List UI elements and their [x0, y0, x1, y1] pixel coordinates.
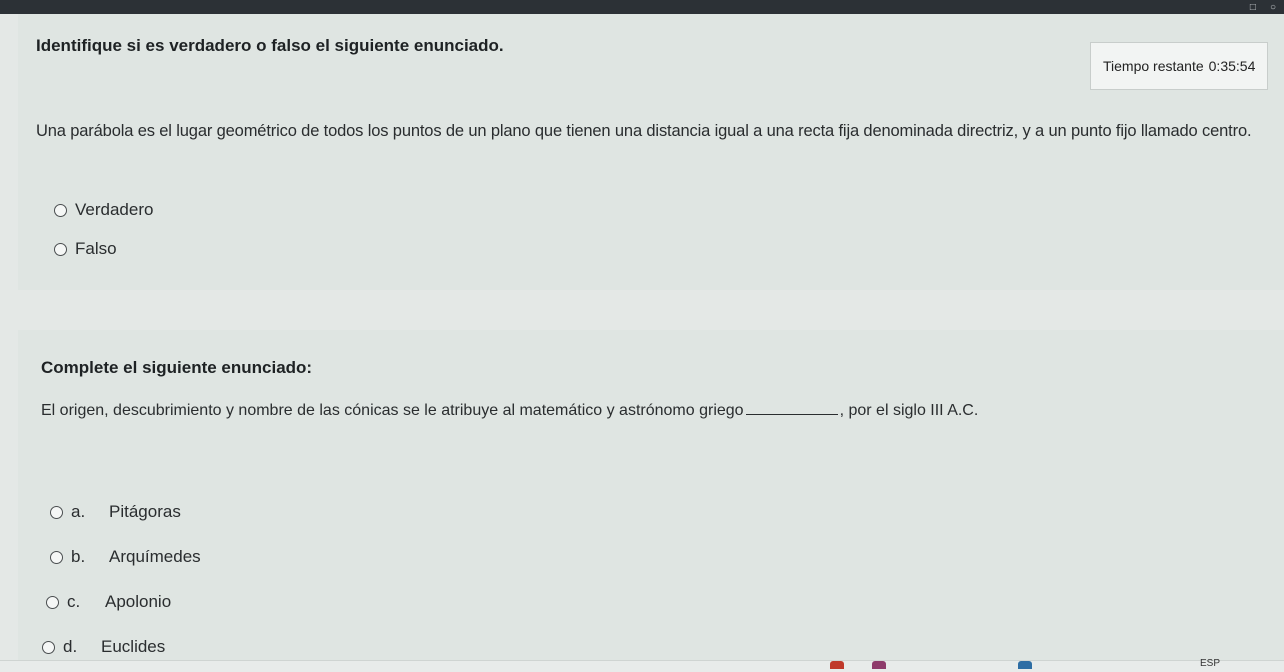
radio-button[interactable] — [46, 595, 59, 609]
notification-icon[interactable]: □ — [1250, 2, 1256, 13]
question-card-true-false: Identifique si es verdadero o falso el s… — [18, 14, 1284, 290]
option-c[interactable]: c. Apolonio — [46, 592, 171, 612]
option-b[interactable]: b. Arquímedes — [50, 547, 201, 567]
option-falso[interactable]: Falso — [54, 239, 117, 259]
question-card-complete: Complete el siguiente enunciado: El orig… — [18, 330, 1284, 660]
option-verdadero[interactable]: Verdadero — [54, 200, 153, 220]
window-top-bar: □ ○ — [0, 0, 1284, 14]
option-label: Falso — [75, 239, 117, 258]
statement-text-after: , por el siglo III A.C. — [839, 402, 979, 419]
option-letter: c. — [67, 592, 81, 611]
radio-button[interactable] — [50, 505, 63, 519]
option-label: Euclides — [101, 637, 166, 656]
app-icon[interactable] — [1018, 661, 1032, 669]
fill-in-blank — [745, 402, 838, 415]
question-statement: El origen, descubrimiento y nombre de la… — [41, 402, 978, 420]
question-statement: Una parábola es el lugar geométrico de t… — [36, 122, 1252, 140]
option-label: Pitágoras — [109, 502, 181, 521]
search-icon[interactable]: ○ — [1270, 2, 1276, 13]
taskbar: ESP — [0, 658, 1284, 672]
option-label: Verdadero — [75, 200, 154, 219]
option-label: Arquímedes — [109, 547, 201, 566]
option-letter: a. — [71, 502, 86, 521]
option-d[interactable]: d. Euclides — [42, 637, 165, 657]
timer-value: 0:35:54 — [1208, 58, 1256, 74]
option-a[interactable]: a. Pitágoras — [50, 502, 181, 522]
app-icon[interactable] — [872, 661, 886, 669]
timer-box: Tiempo restante 0:35:54 — [1090, 42, 1268, 90]
question-title: Complete el siguiente enunciado: — [41, 358, 313, 377]
radio-button[interactable] — [42, 640, 55, 654]
option-letter: b. — [71, 547, 86, 566]
question-title: Identifique si es verdadero o falso el s… — [36, 36, 504, 55]
radio-button[interactable] — [50, 550, 63, 564]
radio-button[interactable] — [54, 203, 67, 217]
option-label: Apolonio — [105, 592, 172, 611]
radio-button[interactable] — [54, 242, 67, 256]
option-letter: d. — [63, 637, 78, 656]
timer-label: Tiempo restante — [1103, 58, 1204, 74]
language-indicator[interactable]: ESP — [1200, 658, 1220, 669]
app-icon[interactable] — [830, 661, 844, 669]
statement-text-before: El origen, descubrimiento y nombre de la… — [41, 402, 744, 419]
